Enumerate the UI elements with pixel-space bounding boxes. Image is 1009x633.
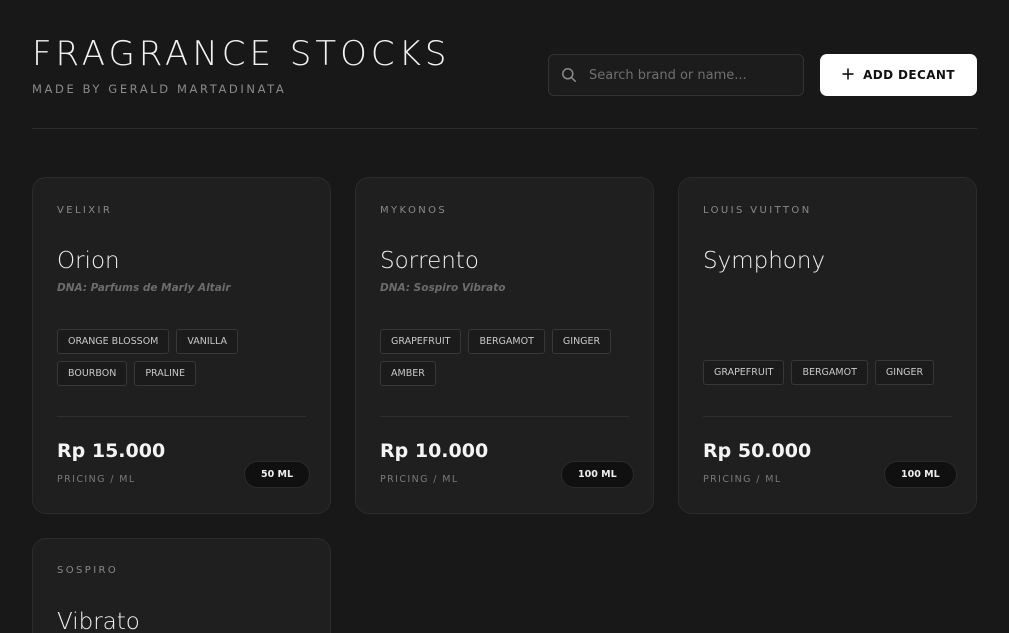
note-tag: BOURBON [57,361,128,386]
search-box[interactable] [548,54,804,96]
search-icon [549,67,589,83]
fragrance-card[interactable]: SOSPIRO Vibrato [32,538,331,633]
search-input[interactable] [589,67,789,83]
card-brand: SOSPIRO [57,565,119,576]
note-tag: BERGAMOT [468,329,545,354]
page-title: FRAGRANCE STOCKS [32,34,451,74]
volume-badge: 50 ML [244,461,311,488]
note-tag: BERGAMOT [791,360,868,385]
card-name: Sorrento [380,248,479,274]
note-tag: GRAPEFRUIT [703,360,785,385]
fragrance-card[interactable]: MYKONOS Sorrento DNA: Sospiro Vibrato GR… [355,177,654,514]
fragrance-card[interactable]: LOUIS VUITTON Symphony GRAPEFRUIT BERGAM… [678,177,977,514]
add-decant-button[interactable]: ADD DECANT [820,54,977,96]
card-brand: MYKONOS [380,205,448,216]
card-name: Symphony [703,248,826,274]
card-price: Rp 15.000 [57,440,166,462]
pricing-label: PRICING / ML [380,474,459,485]
card-dna: DNA: Parfums de Marly Altair [57,282,231,294]
plus-icon [842,68,854,83]
add-decant-label: ADD DECANT [863,68,955,82]
page-subtitle: MADE BY GERALD MARTADINATA [32,82,287,96]
pricing-label: PRICING / ML [703,474,782,485]
volume-badge: 100 ML [884,461,957,488]
card-brand: LOUIS VUITTON [703,205,812,216]
fragrance-card[interactable]: VELIXIR Orion DNA: Parfums de Marly Alta… [32,177,331,514]
card-divider [703,416,952,417]
card-brand: VELIXIR [57,205,113,216]
card-price: Rp 10.000 [380,440,489,462]
note-tags: GRAPEFRUIT BERGAMOT GINGER [703,360,958,385]
note-tag: VANILLA [176,329,238,354]
page-header: FRAGRANCE STOCKS MADE BY GERALD MARTADIN… [32,0,977,129]
card-divider [380,416,629,417]
volume-badge: 100 ML [561,461,634,488]
card-name: Vibrato [57,609,140,633]
note-tag: ORANGE BLOSSOM [57,329,170,354]
card-price: Rp 50.000 [703,440,812,462]
note-tag: GINGER [874,360,935,385]
card-name: Orion [57,248,120,274]
pricing-label: PRICING / ML [57,474,136,485]
note-tags: ORANGE BLOSSOM VANILLA BOURBON PRALINE [57,329,312,386]
note-tag: PRALINE [134,361,196,386]
note-tags: GRAPEFRUIT BERGAMOT GINGER AMBER [380,329,635,386]
card-dna: DNA: Sospiro Vibrato [380,282,506,294]
note-tag: GINGER [551,329,612,354]
note-tag: AMBER [380,361,436,386]
card-divider [57,416,306,417]
note-tag: GRAPEFRUIT [380,329,462,354]
